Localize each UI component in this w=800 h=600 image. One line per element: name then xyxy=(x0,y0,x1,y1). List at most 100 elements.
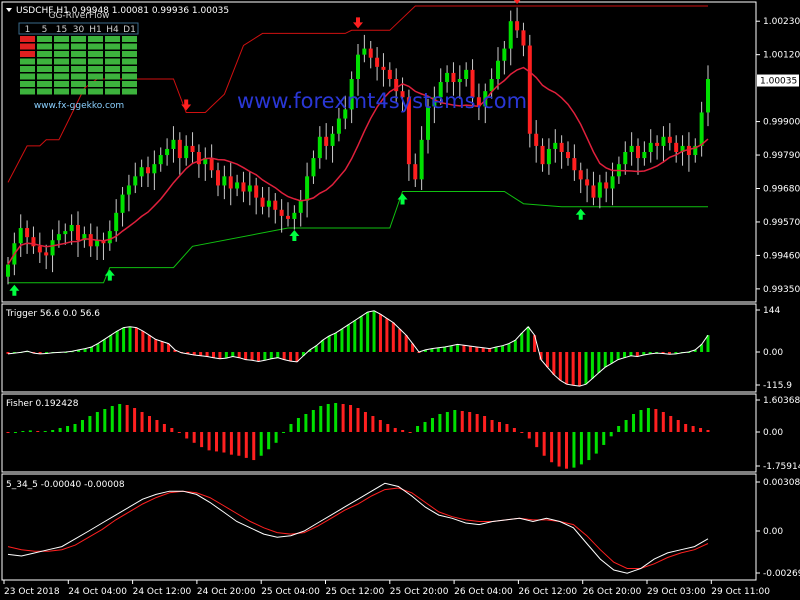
trend-cell xyxy=(88,58,103,65)
trigger-bar xyxy=(513,340,517,352)
trend-cell xyxy=(54,58,69,65)
timeframe-tab[interactable]: D1 xyxy=(123,25,136,35)
timeframe-tab[interactable]: 15 xyxy=(56,25,67,35)
price-tick-label: 1.00120 xyxy=(763,51,800,61)
trend-cell xyxy=(88,81,103,87)
trend-cell xyxy=(88,36,103,42)
trend-cell xyxy=(20,81,35,87)
oscillator-panel[interactable]: 5_34_5 -0.00040 -0.00008 xyxy=(1,473,757,581)
fisher-bar xyxy=(341,404,345,432)
trigger-title: Trigger 56.6 0.0 56.6 xyxy=(5,309,100,319)
trigger-bar xyxy=(462,345,466,352)
trigger-bar xyxy=(372,310,376,352)
axis-tick-label: 0.00 xyxy=(763,527,783,537)
trigger-bar xyxy=(122,327,126,352)
trend-cell xyxy=(122,43,137,50)
timeframe-tab[interactable]: 1 xyxy=(25,25,31,35)
fisher-bar xyxy=(572,432,576,468)
trigger-bar xyxy=(558,352,562,381)
trigger-bar xyxy=(597,352,601,373)
fisher-bar xyxy=(617,426,621,432)
fisher-axis: 1.603682 0.00 -1.759142 xyxy=(756,396,800,472)
trend-cell xyxy=(20,43,35,50)
fisher-bar xyxy=(267,432,271,450)
fisher-bar xyxy=(58,428,62,432)
timeframe-tab[interactable]: 30 xyxy=(73,25,85,35)
fisher-bar xyxy=(237,432,241,456)
trend-cell xyxy=(71,36,86,42)
trigger-bar xyxy=(404,335,408,352)
trigger-bar xyxy=(584,352,588,385)
trend-cell xyxy=(37,88,52,95)
trigger-bar xyxy=(623,352,627,358)
timeframe-tab[interactable]: H4 xyxy=(106,25,119,35)
trend-cell xyxy=(122,81,137,87)
fisher-bar xyxy=(185,432,189,439)
axis-tick-label: 1.603682 xyxy=(763,396,800,406)
trend-cell xyxy=(105,66,120,72)
timeframe-tab[interactable]: H1 xyxy=(89,25,102,35)
trend-cell xyxy=(88,66,103,72)
axis-tick-label: -1.759142 xyxy=(763,462,800,472)
fisher-bar xyxy=(594,432,598,454)
trigger-bar xyxy=(378,314,382,352)
fisher-bar xyxy=(661,412,665,432)
trend-cell xyxy=(71,43,86,50)
timeframe-tab[interactable]: 5 xyxy=(42,25,48,35)
time-tick-label: 26 Oct 20:00 xyxy=(583,587,642,597)
trend-cell xyxy=(37,73,52,80)
trend-cell xyxy=(122,88,137,95)
trigger-bar xyxy=(109,335,113,352)
fisher-title: Fisher 0.192428 xyxy=(6,399,79,409)
trend-cell xyxy=(20,66,35,72)
time-tick-label: 24 Oct 20:00 xyxy=(197,587,256,597)
time-tick-label: 26 Oct 04:00 xyxy=(454,587,513,597)
fisher-bar xyxy=(542,432,546,456)
price-tick-label: 0.99900 xyxy=(763,118,800,128)
trigger-bar xyxy=(212,352,216,358)
trigger-bar xyxy=(706,335,710,352)
fisher-bar xyxy=(646,408,650,432)
trigger-bar xyxy=(141,331,145,352)
fisher-bar xyxy=(371,416,375,432)
fisher-panel[interactable]: Fisher 0.192428 xyxy=(1,393,757,473)
trigger-axis: 144 0.00 -115.9 xyxy=(756,306,792,391)
trigger-panel[interactable]: Trigger 56.6 0.0 56.6 xyxy=(1,303,757,393)
time-tick-label: 29 Oct 11:00 xyxy=(711,587,770,597)
trading-chart[interactable]: www.forexmt4systems.com GG-RiverFlow 151… xyxy=(0,0,800,600)
symbol-header: USDCHF,H1 0.99948 1.00081 0.99936 1.0003… xyxy=(6,6,229,16)
fisher-bar xyxy=(319,406,323,432)
fisher-bar xyxy=(386,424,390,432)
trigger-bar xyxy=(590,352,594,379)
trend-cell xyxy=(37,43,52,50)
trigger-bar xyxy=(359,316,363,352)
trigger-bar xyxy=(128,326,132,352)
fisher-bar xyxy=(13,432,17,433)
watermark: www.forexmt4systems.com xyxy=(237,89,527,113)
trigger-bar xyxy=(321,340,325,352)
fisher-bar xyxy=(244,432,248,458)
fisher-bar xyxy=(118,404,122,432)
price-tick-label: 0.99570 xyxy=(763,218,800,228)
trend-cell xyxy=(54,43,69,50)
fisher-bar xyxy=(349,405,353,432)
trigger-bar xyxy=(154,339,158,352)
fisher-bar xyxy=(170,428,174,432)
fisher-bar xyxy=(334,403,338,432)
fisher-bar xyxy=(565,432,569,469)
trigger-bar xyxy=(282,352,286,360)
trend-cell xyxy=(105,36,120,42)
trigger-bar xyxy=(456,344,460,352)
fisher-bar xyxy=(654,409,658,432)
trigger-bar xyxy=(205,352,209,357)
fisher-bar xyxy=(88,416,92,432)
trend-cell xyxy=(54,36,69,42)
fisher-bar xyxy=(80,420,84,432)
fisher-bar xyxy=(229,432,233,455)
trigger-bar xyxy=(545,352,549,368)
trigger-bar xyxy=(475,346,479,352)
trend-cell xyxy=(54,73,69,80)
oscillator-axis: 0.00308 0.00 -0.00269 xyxy=(756,478,800,579)
fisher-bar xyxy=(356,408,360,432)
time-tick-label: 25 Oct 12:00 xyxy=(326,587,385,597)
